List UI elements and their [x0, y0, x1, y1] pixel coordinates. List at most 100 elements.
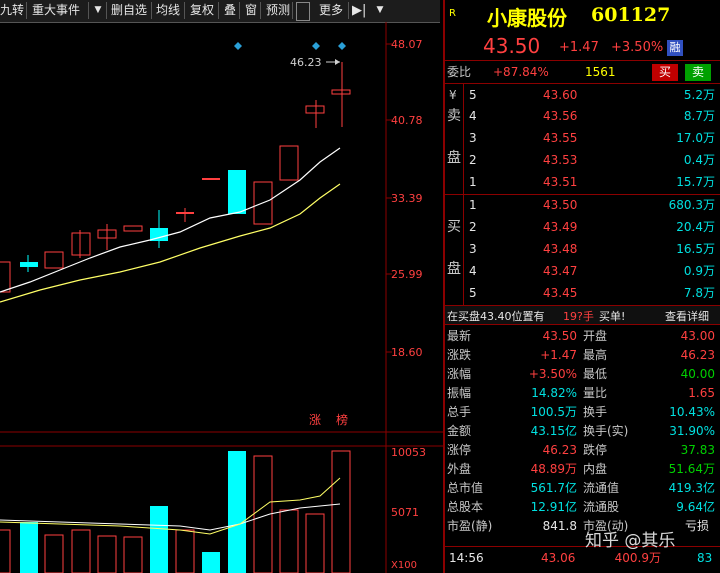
- arrow-icon: [335, 59, 340, 65]
- toolbar-separator: [26, 2, 27, 19]
- tick-row: 14:56 43.06 400.9万 83: [445, 548, 720, 570]
- buy-button[interactable]: 买: [652, 64, 678, 81]
- stat-value: 9.64亿: [676, 500, 715, 514]
- candle: [176, 212, 194, 214]
- ask-price[interactable]: 43.53: [543, 150, 577, 170]
- stat-label: 总股本: [447, 500, 484, 514]
- volume-ma-white: [0, 503, 341, 531]
- notice-text: 在买盘43.40位置有: [447, 310, 545, 323]
- toolbar-separator: [184, 2, 185, 19]
- toolbar-separator: [292, 2, 293, 19]
- bid-price[interactable]: 43.48: [543, 239, 577, 259]
- stat-value: 10.43%: [669, 405, 715, 419]
- ask-label-pan: 盘: [447, 150, 461, 166]
- chevron-down-icon[interactable]: ▼: [92, 2, 104, 19]
- ask-label-sell: 卖: [447, 108, 461, 124]
- ask-level: 5: [469, 88, 477, 102]
- ask-price[interactable]: 43.51: [543, 172, 577, 192]
- latest-price: 43.50: [483, 34, 541, 58]
- sell-button[interactable]: 卖: [685, 64, 711, 81]
- bid-volume: 16.5万: [676, 242, 715, 256]
- toolbar-more[interactable]: 更多: [319, 2, 343, 19]
- stat-value: 40.00: [680, 367, 715, 381]
- toolbar-adjust-rights[interactable]: 复权: [190, 2, 214, 19]
- view-detail-link[interactable]: 查看详细: [665, 308, 709, 324]
- stat-value: 1.65: [688, 386, 715, 400]
- bid-price[interactable]: 43.50: [543, 195, 577, 215]
- stock-name: 小康股份: [487, 6, 567, 30]
- toolbar-forecast[interactable]: 预测: [266, 2, 290, 19]
- order-notice[interactable]: 在买盘43.40位置有 19?手 买单! 查看详细: [445, 306, 720, 324]
- ask-price[interactable]: 43.56: [543, 106, 577, 126]
- stat-label: 涨幅: [447, 367, 472, 381]
- tick-count: 83: [697, 551, 713, 565]
- toolbar-jiuzhuan[interactable]: 九转: [0, 2, 24, 19]
- bid-price[interactable]: 43.49: [543, 217, 577, 237]
- stat-value: 100.5万: [530, 405, 577, 419]
- yuan-label: ¥: [449, 88, 457, 102]
- stat-label: 总市值: [447, 481, 484, 495]
- ma-line-yellow: [0, 183, 341, 303]
- price-tick-label: 25.99: [391, 268, 423, 281]
- ask-level: 3: [469, 131, 477, 145]
- bid-label-pan: 盘: [447, 261, 461, 277]
- volume-unit-label: X100: [391, 560, 417, 571]
- chevron-down-icon[interactable]: ▼: [374, 2, 386, 19]
- chart-toolbar: 九转 重大事件 ▼ 删自选 均线 复权 叠 窗 预测 更多 ▶| ▼: [0, 0, 440, 23]
- stock-code: 601127: [591, 4, 671, 26]
- toolbar-moving-average[interactable]: 均线: [156, 2, 180, 19]
- toolbar-major-events[interactable]: 重大事件: [32, 2, 80, 19]
- bid-level: 3: [469, 242, 477, 256]
- volume-bar: [20, 522, 38, 573]
- volume-bar: [0, 529, 11, 573]
- ma-line-white: [0, 147, 341, 293]
- book-divider: [463, 84, 464, 194]
- volume-axis-labels: 10053 5071 X100: [391, 446, 426, 571]
- volume-tick-label: 10053: [391, 446, 426, 459]
- candle: [305, 105, 325, 114]
- stat-value: 841.8: [542, 519, 577, 533]
- ask-book: ¥ 卖 盘 5 43.60 5.2万 4 43.56 8.7万 3 43.55 …: [445, 84, 720, 194]
- event-marker-icon[interactable]: [338, 42, 346, 50]
- margin-badge: 融: [667, 40, 683, 56]
- bid-price[interactable]: 43.45: [543, 283, 577, 303]
- tick-price: 43.06: [541, 551, 576, 565]
- stat-label: 量比: [583, 386, 608, 400]
- ask-volume: 17.0万: [676, 131, 715, 145]
- toolbar-separator: [106, 2, 107, 19]
- toolbar-separator: [218, 2, 219, 19]
- ask-volume: 0.4万: [683, 153, 715, 167]
- bid-price[interactable]: 43.47: [543, 261, 577, 281]
- ask-price[interactable]: 43.55: [543, 128, 577, 148]
- tick-volume: 400.9万: [614, 551, 661, 565]
- bid-volume: 20.4万: [676, 220, 715, 234]
- stat-value: 419.3亿: [668, 481, 715, 495]
- collapse-panel-icon[interactable]: ▶|: [352, 2, 366, 19]
- toolbar-window[interactable]: 窗: [245, 2, 257, 19]
- price-tick-label: 18.60: [391, 346, 423, 359]
- toolbar-overlay[interactable]: 叠: [224, 2, 236, 19]
- candle: [44, 251, 64, 269]
- stat-value: +3.50%: [528, 367, 577, 381]
- stat-value: 31.90%: [669, 424, 715, 438]
- stat-value: 561.7亿: [530, 481, 577, 495]
- event-marker-icon[interactable]: [234, 42, 242, 50]
- order-ratio-diff: 1561: [585, 65, 616, 79]
- stat-value: 48.89万: [530, 462, 577, 476]
- kline-chart[interactable]: 48.07 40.78 33.39 25.99 18.60 10053 5071…: [0, 22, 443, 573]
- ask-price[interactable]: 43.60: [543, 85, 577, 105]
- stats-row: 市盈(静) 841.8 市盈(动) 亏损: [445, 516, 720, 536]
- bid-level: 5: [469, 286, 477, 300]
- stats-row: 外盘 48.89万 内盘 51.64万: [445, 459, 720, 479]
- stat-label: 流通值: [583, 481, 620, 495]
- stats-divider: [445, 546, 720, 547]
- toolbar-remove-favorite[interactable]: 删自选: [111, 2, 147, 19]
- stat-label: 涨停: [447, 443, 472, 457]
- ask-volume: 15.7万: [676, 175, 715, 189]
- stat-label: 涨跌: [447, 348, 472, 362]
- stats-row: 总股本 12.91亿 流通股 9.64亿: [445, 497, 720, 517]
- toolbar-checkbox[interactable]: [296, 2, 310, 21]
- stats-row: 最新 43.50 开盘 43.00: [445, 326, 720, 346]
- stat-value: 14.82%: [531, 386, 577, 400]
- event-marker-icon[interactable]: [312, 42, 320, 50]
